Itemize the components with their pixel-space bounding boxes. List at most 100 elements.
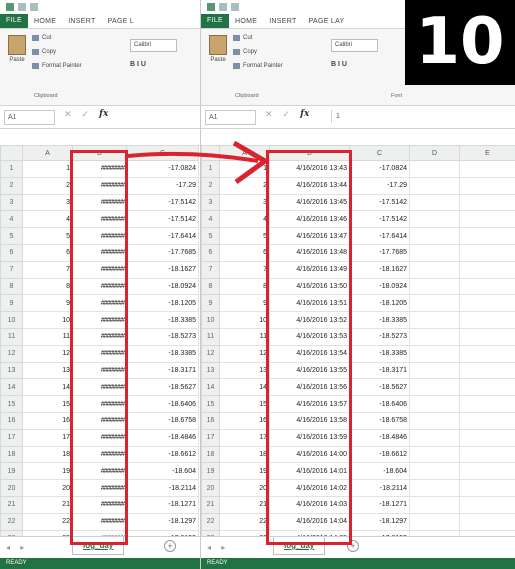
cell-b-overflow[interactable]: ######## [72, 311, 127, 329]
cell-a[interactable]: 5 [22, 227, 73, 245]
cell-b-date[interactable]: 4/16/2016 13:56 [269, 378, 350, 397]
cell-a[interactable]: 1 [219, 160, 270, 178]
cell-e[interactable] [459, 277, 515, 296]
row-header[interactable]: 12 [0, 344, 23, 363]
cell-b-date[interactable]: 4/16/2016 13:59 [269, 428, 350, 447]
cancel-icon[interactable]: ✕ [64, 109, 72, 120]
row-header[interactable]: 19 [0, 462, 23, 481]
cell-a[interactable]: 2 [219, 176, 270, 195]
row-header[interactable]: 17 [201, 428, 220, 447]
cell-d[interactable] [409, 378, 460, 397]
row-header[interactable]: 16 [201, 411, 220, 430]
cell-e[interactable] [459, 243, 515, 262]
row-header[interactable]: 1 [0, 160, 23, 178]
column-header-a[interactable]: A [219, 145, 270, 161]
cell-b-date[interactable]: 4/16/2016 14:02 [269, 479, 350, 497]
row-header[interactable]: 10 [0, 311, 23, 329]
row-header[interactable]: 14 [0, 378, 23, 397]
row-header[interactable]: 10 [201, 311, 220, 329]
cell-b-date[interactable]: 4/16/2016 13:53 [269, 327, 350, 346]
cell-b-date[interactable]: 4/16/2016 13:51 [269, 294, 350, 313]
cell-e[interactable] [459, 428, 515, 447]
cell-c[interactable]: -18.1297 [349, 512, 410, 531]
cell-d[interactable] [409, 395, 460, 413]
cell-b-date[interactable]: 4/16/2016 13:47 [269, 227, 350, 245]
cell-b-date[interactable]: 4/16/2016 14:03 [269, 495, 350, 514]
tab-insert[interactable]: INSERT [62, 18, 101, 25]
row-header[interactable]: 11 [201, 327, 220, 346]
cell-b-date[interactable]: 4/16/2016 13:58 [269, 411, 350, 430]
cell-a[interactable]: 6 [219, 243, 270, 262]
cell-d[interactable] [409, 193, 460, 212]
cell-d[interactable] [409, 294, 460, 313]
cancel-icon[interactable]: ✕ [265, 109, 273, 120]
add-sheet-icon[interactable]: + [164, 540, 176, 552]
row-header[interactable]: 7 [0, 260, 23, 279]
font-style-buttons[interactable]: B I U [331, 61, 347, 68]
format-painter-button[interactable]: Format Painter [32, 63, 82, 69]
cell-b-overflow[interactable]: ######## [72, 462, 127, 481]
cell-d[interactable] [409, 243, 460, 262]
cell-e[interactable] [459, 462, 515, 481]
cell-e[interactable] [459, 176, 515, 195]
cell-c[interactable]: -18.6612 [126, 445, 199, 464]
row-header[interactable]: 2 [0, 176, 23, 195]
cell-c[interactable]: -18.3385 [349, 311, 410, 329]
row-header[interactable]: 20 [201, 479, 220, 497]
cell-d[interactable] [409, 227, 460, 245]
tab-home[interactable]: HOME [229, 18, 263, 25]
cell-c[interactable]: -18.1297 [126, 512, 199, 531]
cell-a[interactable]: 8 [219, 277, 270, 296]
cell-b-date[interactable]: 4/16/2016 13:49 [269, 260, 350, 279]
cell-d[interactable] [409, 445, 460, 464]
cell-e[interactable] [459, 395, 515, 413]
row-header[interactable]: 2 [201, 176, 220, 195]
cell-c[interactable]: -18.604 [126, 462, 199, 481]
cell-c[interactable]: -18.4846 [126, 428, 199, 447]
cell-a[interactable]: 14 [219, 378, 270, 397]
redo-icon[interactable] [231, 3, 239, 11]
cell-c[interactable]: -18.5273 [126, 327, 199, 346]
cell-d[interactable] [409, 277, 460, 296]
cell-a[interactable]: 9 [22, 294, 73, 313]
cell-c[interactable]: -17.7685 [349, 243, 410, 262]
cell-c[interactable]: -18.2114 [126, 479, 199, 497]
cell-d[interactable] [409, 428, 460, 447]
cell-c[interactable]: -18.1271 [126, 495, 199, 514]
cell-e[interactable] [459, 479, 515, 497]
redo-icon[interactable] [30, 3, 38, 11]
cell-a[interactable]: 22 [22, 512, 73, 531]
row-header[interactable]: 12 [201, 344, 220, 363]
row-header[interactable]: 16 [0, 411, 23, 430]
cell-a[interactable]: 20 [22, 479, 73, 497]
cell-a[interactable]: 14 [22, 378, 73, 397]
cell-c[interactable]: -18.5627 [349, 378, 410, 397]
cell-a[interactable]: 18 [219, 445, 270, 464]
row-header[interactable]: 17 [0, 428, 23, 447]
column-header-c[interactable]: C [126, 145, 199, 161]
tab-page-layout[interactable]: PAGE LAY [303, 18, 351, 25]
cell-b-overflow[interactable]: ######## [72, 495, 127, 514]
cell-c[interactable]: -17.0824 [349, 160, 410, 178]
cell-c[interactable]: -18.6406 [349, 395, 410, 413]
cell-a[interactable]: 17 [22, 428, 73, 447]
cell-a[interactable]: 15 [22, 395, 73, 413]
add-sheet-icon[interactable]: + [347, 540, 359, 552]
cell-c[interactable]: -18.1627 [349, 260, 410, 279]
cell-a[interactable]: 21 [219, 495, 270, 514]
cell-a[interactable]: 1 [22, 160, 73, 178]
column-header-c[interactable]: C [349, 145, 410, 161]
cell-b-overflow[interactable]: ######## [72, 344, 127, 363]
row-header[interactable]: 8 [0, 277, 23, 296]
row-header[interactable]: 1 [201, 160, 220, 178]
cell-e[interactable] [459, 495, 515, 514]
cell-b-overflow[interactable]: ######## [72, 411, 127, 430]
cell-c[interactable]: -17.29 [349, 176, 410, 195]
font-name-select[interactable]: Calibri [130, 39, 177, 52]
cell-d[interactable] [409, 361, 460, 380]
column-header-d[interactable]: D [409, 145, 460, 161]
cell-e[interactable] [459, 327, 515, 346]
row-header[interactable]: 19 [201, 462, 220, 481]
row-header[interactable]: 4 [0, 210, 23, 229]
cell-d[interactable] [409, 512, 460, 531]
